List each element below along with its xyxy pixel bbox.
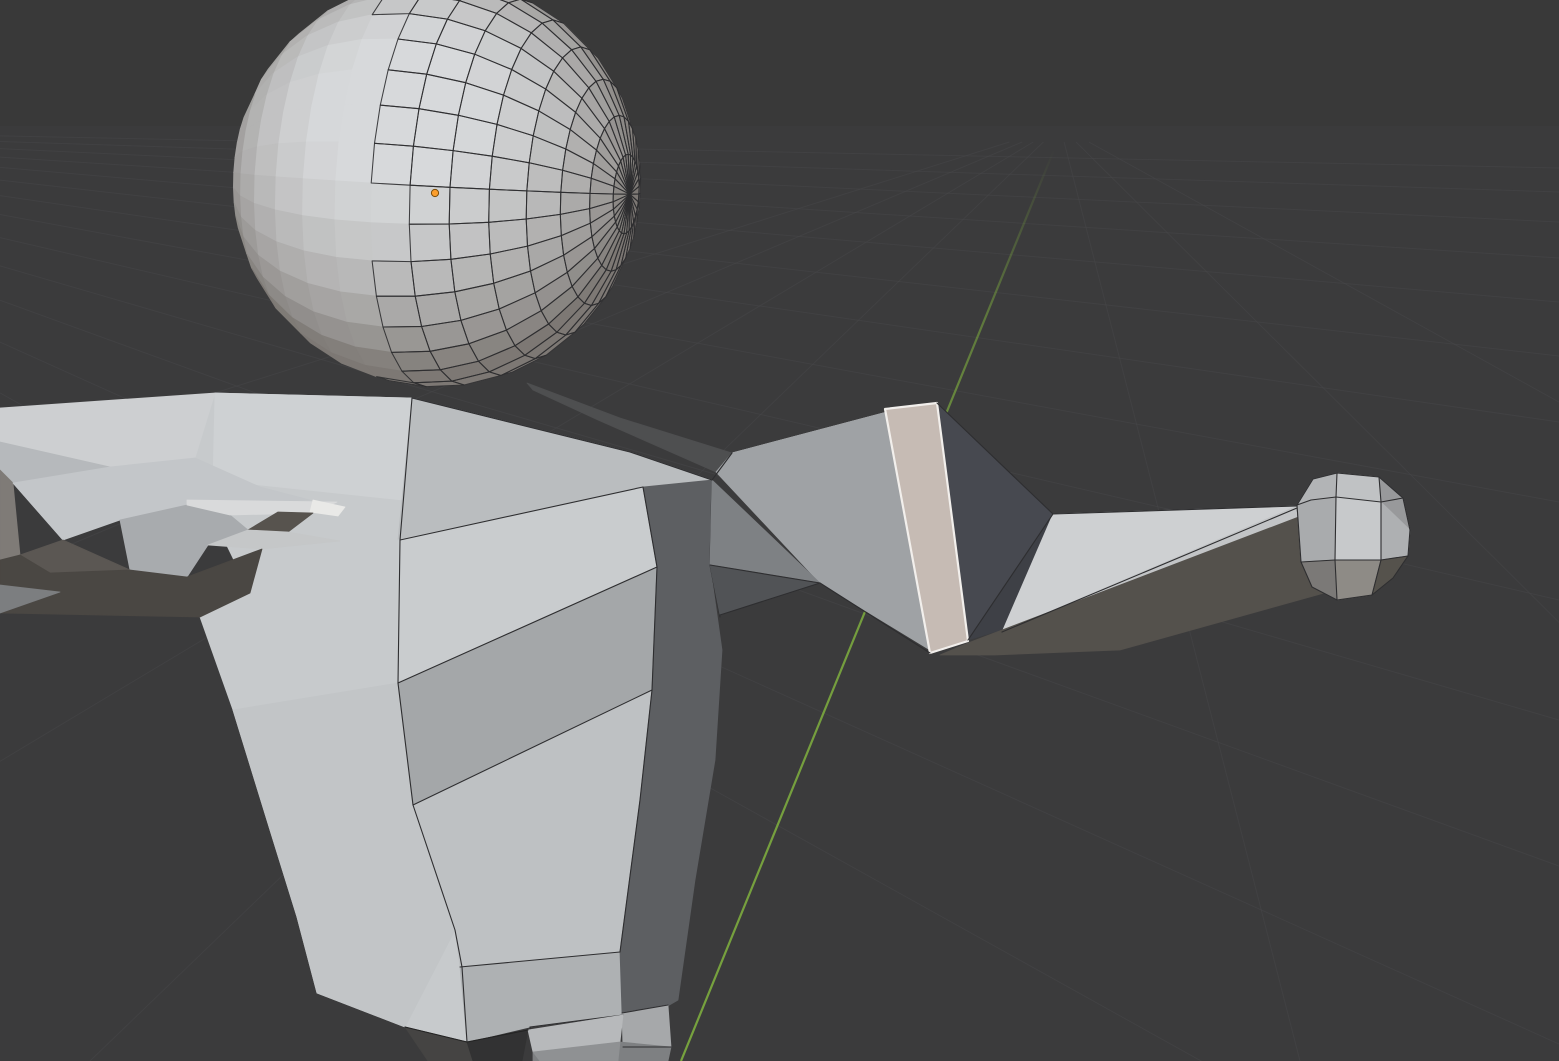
head-face[interactable] bbox=[338, 104, 380, 143]
background-sky bbox=[0, 0, 1559, 126]
head-face[interactable] bbox=[413, 109, 458, 151]
head-face[interactable] bbox=[334, 181, 371, 223]
head-face[interactable] bbox=[410, 146, 453, 187]
head-face[interactable] bbox=[371, 143, 413, 185]
head-face[interactable] bbox=[449, 222, 490, 259]
head-face[interactable] bbox=[370, 223, 411, 262]
head-face[interactable] bbox=[372, 261, 415, 296]
head-face[interactable] bbox=[376, 296, 421, 327]
head-face[interactable] bbox=[334, 220, 372, 261]
head-face[interactable] bbox=[450, 151, 492, 190]
head-face[interactable] bbox=[240, 147, 256, 175]
head-face[interactable] bbox=[302, 142, 338, 181]
mesh-face-fist-mid-mid[interactable] bbox=[1335, 497, 1381, 560]
head-face[interactable] bbox=[370, 183, 410, 224]
head-face[interactable] bbox=[302, 179, 335, 220]
head-face[interactable] bbox=[335, 142, 375, 183]
mesh-face-fist-mid-left[interactable] bbox=[1297, 497, 1336, 562]
head-face[interactable] bbox=[254, 144, 278, 177]
head-face[interactable] bbox=[336, 257, 377, 296]
head-face[interactable] bbox=[306, 104, 344, 142]
head-face[interactable] bbox=[409, 185, 450, 224]
head-face[interactable] bbox=[275, 142, 305, 179]
head-face[interactable] bbox=[449, 187, 489, 224]
head-face[interactable] bbox=[411, 259, 455, 296]
head-face[interactable] bbox=[489, 189, 527, 222]
blender-viewport[interactable] bbox=[0, 0, 1559, 1061]
head-face[interactable] bbox=[275, 177, 303, 216]
viewport-3d-scene[interactable] bbox=[0, 0, 1559, 1061]
selected-vertex[interactable] bbox=[431, 189, 438, 196]
head-face[interactable] bbox=[409, 224, 451, 262]
head-face[interactable] bbox=[375, 105, 420, 146]
